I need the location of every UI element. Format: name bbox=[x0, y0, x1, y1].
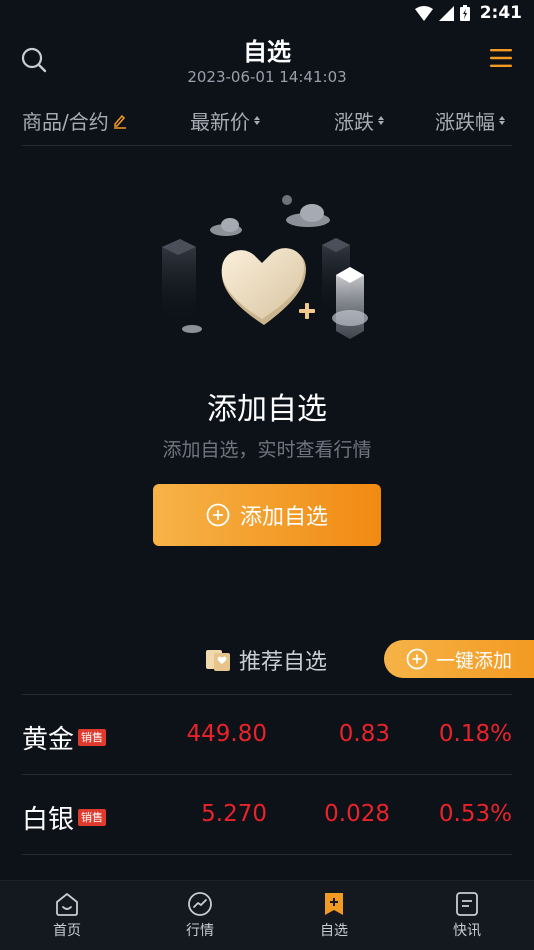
column-price-label: 最新价 bbox=[190, 110, 250, 134]
empty-illustration bbox=[162, 195, 368, 339]
header: 自选 2023-06-01 14:41:03 bbox=[0, 28, 534, 92]
product-name: 白银 bbox=[22, 805, 75, 835]
row-change: 0.83 bbox=[338, 721, 390, 747]
empty-subtitle: 添加自选，实时查看行情 bbox=[162, 439, 372, 461]
sort-icon bbox=[254, 116, 260, 125]
home-icon bbox=[56, 893, 78, 916]
nav-news-label: 快讯 bbox=[453, 923, 481, 939]
recommend-title-label: 推荐自选 bbox=[239, 650, 328, 675]
add-watchlist-label: 添加自选 bbox=[239, 505, 328, 530]
sale-badge: 销售 bbox=[78, 809, 107, 826]
nav-home[interactable]: 首页 bbox=[27, 891, 107, 940]
row-percent: 0.53% bbox=[438, 801, 512, 827]
news-icon bbox=[456, 892, 478, 916]
edit-icon[interactable] bbox=[113, 113, 127, 129]
row-name: 黄金 销售 bbox=[22, 719, 107, 756]
one-click-add-label: 一键添加 bbox=[435, 649, 512, 672]
nav-news[interactable]: 快讯 bbox=[427, 891, 507, 940]
row-change: 0.028 bbox=[324, 801, 390, 827]
status-time: 2:41 bbox=[479, 3, 522, 23]
recommend-title: 推荐自选 bbox=[205, 644, 327, 676]
bottom-nav: 首页 行情 自选 快讯 bbox=[0, 880, 534, 950]
bookmark-plus-icon bbox=[325, 893, 343, 915]
recommend-header: 推荐自选 一键添加 bbox=[0, 640, 534, 680]
row-percent: 0.18% bbox=[438, 721, 512, 747]
table-row[interactable]: 黄金 销售 449.80 0.83 0.18% bbox=[22, 695, 512, 775]
page-datetime: 2023-06-01 14:41:03 bbox=[187, 68, 347, 86]
sort-icon bbox=[499, 116, 505, 125]
status-icons: 2:41 bbox=[414, 3, 522, 23]
menu-icon bbox=[490, 49, 512, 67]
column-name[interactable]: 商品/合约 bbox=[22, 106, 127, 135]
nav-market-label: 行情 bbox=[186, 923, 214, 939]
sale-badge: 销售 bbox=[78, 729, 107, 746]
empty-title: 添加自选 bbox=[207, 392, 327, 427]
product-name: 黄金 bbox=[22, 725, 75, 755]
row-price: 5.270 bbox=[201, 801, 267, 827]
battery-icon bbox=[459, 5, 470, 21]
column-percent[interactable]: 涨跌幅 bbox=[435, 106, 505, 135]
column-percent-label: 涨跌幅 bbox=[435, 110, 495, 134]
column-change[interactable]: 涨跌 bbox=[334, 106, 384, 135]
one-click-add-button[interactable]: 一键添加 bbox=[384, 640, 534, 678]
column-headers: 商品/合约 最新价 涨跌 涨跌幅 bbox=[22, 100, 512, 146]
trend-icon bbox=[188, 892, 212, 916]
recommend-icon bbox=[206, 650, 230, 671]
column-price[interactable]: 最新价 bbox=[190, 106, 260, 135]
sort-icon bbox=[378, 116, 384, 125]
signal-icon bbox=[438, 5, 454, 21]
row-name: 白银 销售 bbox=[22, 799, 107, 836]
row-price: 449.80 bbox=[186, 721, 267, 747]
page-title: 自选 bbox=[243, 38, 291, 66]
nav-watchlist[interactable]: 自选 bbox=[294, 891, 374, 940]
nav-home-label: 首页 bbox=[53, 923, 81, 939]
add-watchlist-button[interactable]: 添加自选 bbox=[153, 484, 381, 546]
column-change-label: 涨跌 bbox=[334, 110, 374, 134]
menu-button[interactable] bbox=[490, 48, 512, 68]
plus-circle-icon bbox=[406, 648, 428, 670]
plus-circle-icon bbox=[206, 503, 230, 527]
column-name-label: 商品/合约 bbox=[22, 110, 109, 134]
wifi-icon bbox=[414, 5, 433, 21]
table-row[interactable]: 白银 销售 5.270 0.028 0.53% bbox=[22, 775, 512, 855]
nav-market[interactable]: 行情 bbox=[160, 891, 240, 940]
status-bar: 2:41 bbox=[0, 0, 534, 28]
nav-watchlist-label: 自选 bbox=[320, 923, 348, 939]
